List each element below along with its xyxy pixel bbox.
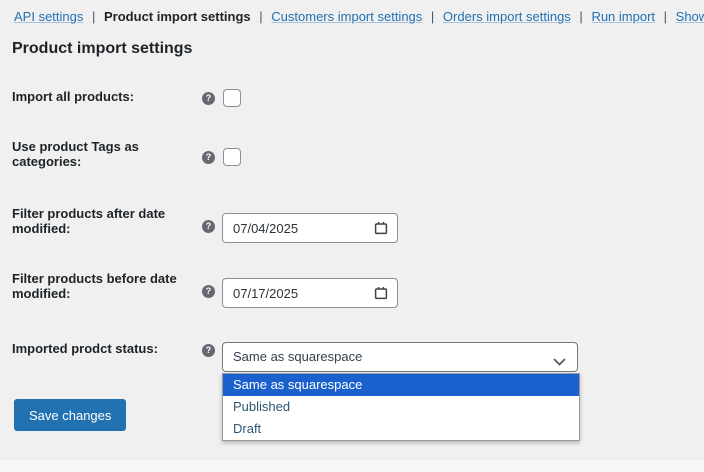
settings-tabs-nav: API settings | Product import settings |…: [14, 9, 696, 24]
tab-api-settings[interactable]: API settings: [14, 9, 83, 24]
product-import-settings-page: API settings | Product import settings |…: [0, 0, 704, 472]
help-icon[interactable]: ?: [202, 344, 215, 357]
help-icon[interactable]: ?: [202, 285, 215, 298]
date-before-input[interactable]: [222, 278, 398, 308]
imported-status-label: Imported prodct status:: [12, 341, 197, 356]
page-title: Product import settings: [12, 40, 192, 58]
footer-strip: [0, 460, 704, 472]
tags-as-categories-label: Use product Tags as categories:: [12, 139, 197, 169]
filter-after-date-label: Filter products after date modified:: [12, 206, 197, 236]
form-row-date-before: Filter products before date modified: ?: [12, 271, 612, 309]
tab-customers-import-settings[interactable]: Customers import settings: [271, 9, 422, 24]
status-select-value: Same as squarespace: [233, 343, 362, 371]
nav-separator: |: [431, 9, 434, 24]
form-row-date-after: Filter products after date modified: ?: [12, 206, 612, 244]
help-icon[interactable]: ?: [202, 92, 215, 105]
calendar-icon[interactable]: [374, 221, 388, 235]
tags-as-categories-checkbox[interactable]: [223, 148, 241, 166]
help-icon[interactable]: ?: [202, 151, 215, 164]
save-changes-button[interactable]: Save changes: [14, 399, 126, 431]
status-select[interactable]: Same as squarespace: [222, 342, 578, 372]
tab-show-status[interactable]: Show Status: [676, 9, 704, 24]
chevron-down-icon: [553, 354, 566, 369]
help-icon[interactable]: ?: [202, 220, 215, 233]
status-option-draft[interactable]: Draft: [223, 418, 579, 440]
tab-product-import-settings[interactable]: Product import settings: [104, 9, 251, 24]
date-after-field-wrap: [222, 213, 398, 243]
status-dropdown-list: Same as squarespace Published Draft: [222, 373, 580, 441]
status-option-same-as-squarespace[interactable]: Same as squarespace: [223, 374, 579, 396]
nav-separator: |: [579, 9, 582, 24]
form-row-import-all: Import all products: ?: [12, 89, 612, 109]
tab-orders-import-settings[interactable]: Orders import settings: [443, 9, 571, 24]
import-all-products-label: Import all products:: [12, 89, 197, 104]
date-after-input[interactable]: [222, 213, 398, 243]
form-row-tags-as-categories: Use product Tags as categories: ?: [12, 139, 612, 175]
import-all-products-checkbox[interactable]: [223, 89, 241, 107]
status-option-published[interactable]: Published: [223, 396, 579, 418]
nav-separator: |: [259, 9, 262, 24]
calendar-icon[interactable]: [374, 286, 388, 300]
date-before-field-wrap: [222, 278, 398, 308]
nav-separator: |: [664, 9, 667, 24]
tab-run-import[interactable]: Run import: [591, 9, 655, 24]
filter-before-date-label: Filter products before date modified:: [12, 271, 197, 301]
nav-separator: |: [92, 9, 95, 24]
